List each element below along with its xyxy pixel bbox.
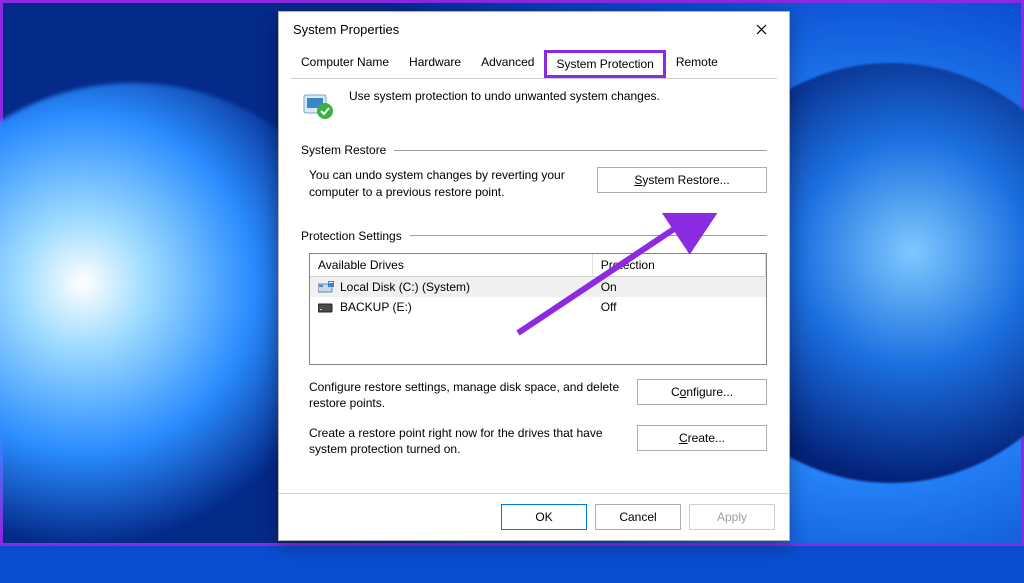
disk-system-icon (318, 281, 334, 293)
drive-name: BACKUP (E:) (340, 300, 412, 314)
system-restore-button[interactable]: System Restore... (597, 167, 767, 193)
drives-header: Available Drives Protection (310, 254, 766, 277)
tabstrip: Computer Name Hardware Advanced System P… (279, 46, 789, 78)
apply-button: Apply (689, 504, 775, 530)
intro-row: Use system protection to undo unwanted s… (301, 89, 767, 123)
create-description: Create a restore point right now for the… (309, 425, 621, 457)
drive-row[interactable]: Local Disk (C:) (System) On (310, 277, 766, 297)
protection-settings-section-title: Protection Settings (301, 229, 767, 243)
tab-content: Use system protection to undo unwanted s… (279, 79, 789, 479)
create-button[interactable]: Create... (637, 425, 767, 451)
create-row: Create a restore point right now for the… (301, 425, 767, 457)
drive-protection-status: On (601, 280, 617, 294)
configure-row: Configure restore settings, manage disk … (301, 379, 767, 411)
system-properties-dialog: System Properties Computer Name Hardware… (278, 11, 790, 541)
cancel-button[interactable]: Cancel (595, 504, 681, 530)
drive-row[interactable]: BACKUP (E:) Off (310, 297, 766, 317)
drive-protection-status: Off (601, 300, 617, 314)
ok-button[interactable]: OK (501, 504, 587, 530)
close-button[interactable] (741, 14, 781, 44)
tab-hardware[interactable]: Hardware (399, 50, 471, 78)
tab-computer-name[interactable]: Computer Name (291, 50, 399, 78)
drives-listbox[interactable]: Available Drives Protection Local Disk (… (309, 253, 767, 365)
dialog-footer: OK Cancel Apply (279, 493, 789, 540)
system-restore-row: You can undo system changes by reverting… (301, 167, 767, 201)
column-protection: Protection (593, 254, 766, 276)
system-protection-icon (301, 89, 335, 123)
configure-button[interactable]: Configure... (637, 379, 767, 405)
system-restore-section-title: System Restore (301, 143, 767, 157)
tab-remote[interactable]: Remote (666, 50, 728, 78)
drive-name: Local Disk (C:) (System) (340, 280, 470, 294)
close-icon (756, 24, 767, 35)
column-available-drives: Available Drives (310, 254, 593, 276)
intro-text: Use system protection to undo unwanted s… (349, 89, 660, 103)
tab-advanced[interactable]: Advanced (471, 50, 544, 78)
system-restore-description: You can undo system changes by reverting… (309, 167, 581, 201)
disk-icon (318, 301, 334, 313)
tab-system-protection[interactable]: System Protection (544, 50, 665, 78)
titlebar: System Properties (279, 12, 789, 46)
configure-description: Configure restore settings, manage disk … (309, 379, 621, 411)
window-title: System Properties (293, 22, 741, 37)
